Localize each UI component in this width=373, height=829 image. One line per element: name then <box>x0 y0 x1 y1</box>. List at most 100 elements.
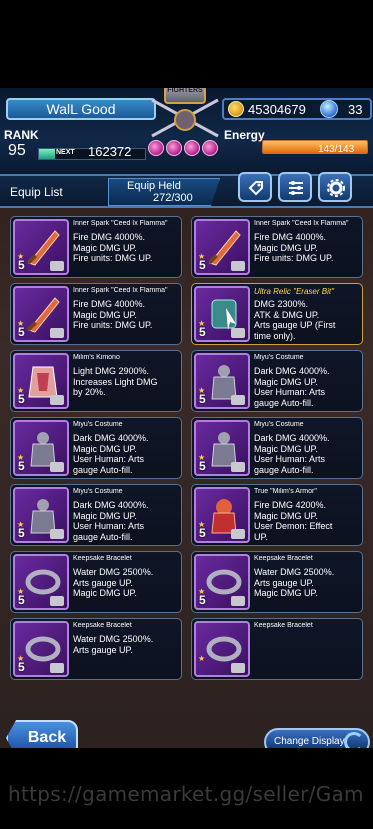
upgrade-icon <box>50 395 64 405</box>
game-screen: WalL Good FIGHTERS 45304679 33 RANK 95 N… <box>0 88 373 748</box>
equip-held-box: Equip Held 272/300 <box>108 178 220 206</box>
upgrade-icon <box>231 663 245 673</box>
equipment-description: Fire DMG 4000%. Magic DMG UP. Fire units… <box>73 299 153 330</box>
change-display-button[interactable]: Change Display <box>264 728 370 748</box>
next-label: NEXT <box>56 149 75 156</box>
equipment-name: Miyu's Costume <box>73 488 123 495</box>
equipment-name: Keepsake Bracelet <box>73 555 132 562</box>
rank-label: RANK <box>4 128 39 142</box>
watermark: https://gamemarket.gg/seller/Gam <box>8 782 364 806</box>
equipment-card[interactable]: ★ 5 Inner Spark "Ceed Ix Flamma" Fire DMG 4… <box>10 283 182 345</box>
equipment-description: Fire DMG 4200%. Magic DMG UP. User Demon… <box>254 500 333 542</box>
equipment-description: Water DMG 2500%. Arts gauge UP. Magic DM… <box>254 567 335 598</box>
equipment-description: Dark DMG 4000%. Magic DMG UP. User Human… <box>73 500 149 542</box>
upgrade-icon <box>231 529 245 539</box>
rank-exp-fill <box>39 149 55 159</box>
gil-coin-icon <box>228 101 244 117</box>
equipment-thumbnail: ★ 5 <box>194 286 250 342</box>
equipment-card[interactable]: ★ 5 Keepsake Bracelet Water DMG 2500%. Arts… <box>10 618 182 680</box>
equip-held-value: 272/300 <box>153 192 193 204</box>
equipment-name: Inner Spark "Ceed Ix Flamma" <box>254 220 349 227</box>
equipment-card[interactable]: ★ 5 Inner Spark "Ceed Ix Flamma" Fire DMG 4… <box>10 216 182 278</box>
back-button[interactable]: Back <box>6 720 78 748</box>
equipment-description: Fire DMG 4000%. Magic DMG UP. Fire units… <box>73 232 153 263</box>
gil-value: 45304679 <box>248 102 306 117</box>
equipment-level: 5 <box>199 258 206 272</box>
equipment-thumbnail: ★ 5 <box>13 487 69 543</box>
equipment-card[interactable]: ★ 5 Keepsake Bracelet Water DMG 2500%. Arts… <box>10 551 182 613</box>
upgrade-icon <box>50 328 64 338</box>
equipment-name: Keepsake Bracelet <box>73 622 132 629</box>
equipment-level: 5 <box>199 593 206 607</box>
sort-button[interactable] <box>278 172 312 202</box>
equipment-thumbnail: ★ 5 <box>194 420 250 476</box>
equipment-card[interactable]: ★ 5 Miyu's Costume Dark DMG 4000%. Magic DM… <box>191 350 363 412</box>
star-icon: ★ <box>198 654 206 663</box>
equipment-level: 5 <box>199 526 206 540</box>
upgrade-icon <box>50 529 64 539</box>
equipment-card[interactable]: ★ 5 Inner Spark "Ceed Ix Flamma" Fire DMG 4… <box>191 216 363 278</box>
upgrade-icon <box>50 261 64 271</box>
equipment-card[interactable]: ★ 5 Milim's Kimono Light DMG 2900%. Increas… <box>10 350 182 412</box>
player-name[interactable]: WalL Good <box>6 98 156 120</box>
gem-row <box>148 140 224 160</box>
gear-icon <box>327 179 345 197</box>
equipment-thumbnail: ★ <box>194 621 250 677</box>
upgrade-icon <box>50 663 64 673</box>
equipment-level: 5 <box>18 325 25 339</box>
status-bar-area <box>0 0 373 88</box>
equipment-name: Keepsake Bracelet <box>254 555 313 562</box>
equipment-card[interactable]: ★ 5 Ultra Relic "Eraser Bit" DMG 2300%. ATK… <box>191 283 363 345</box>
equipment-card[interactable]: ★ 5 Miyu's Costume Dark DMG 4000%. Magic DM… <box>191 417 363 479</box>
crystal-value: 33 <box>348 102 363 117</box>
equipment-level: 5 <box>18 459 25 473</box>
equipment-level: 5 <box>199 459 206 473</box>
change-display-label: Change Display <box>274 736 345 747</box>
equipment-description: Dark DMG 4000%. Magic DMG UP. User Human… <box>73 433 149 475</box>
equipment-name: Milim's Kimono <box>73 354 120 361</box>
equipment-description: DMG 2300%. ATK & DMG UP. Arts gauge UP (… <box>254 299 336 341</box>
crystal-icon <box>320 100 338 118</box>
equipment-name: Miyu's Costume <box>73 421 123 428</box>
player-header: WalL Good FIGHTERS 45304679 33 RANK 95 N… <box>0 88 373 176</box>
equipment-card[interactable]: ★ Keepsake Bracelet <box>191 618 363 680</box>
equipment-name: Miyu's Costume <box>254 354 304 361</box>
settings-button[interactable] <box>318 172 352 202</box>
sort-icon <box>289 181 303 195</box>
equipment-thumbnail: ★ 5 <box>194 487 250 543</box>
energy-label: Energy <box>224 128 265 142</box>
filter-tag-button[interactable] <box>238 172 272 202</box>
equipment-card[interactable]: ★ 5 Miyu's Costume Dark DMG 4000%. Magic DM… <box>10 417 182 479</box>
equipment-thumbnail: ★ 5 <box>13 554 69 610</box>
equipment-grid: ★ 5 Inner Spark "Ceed Ix Flamma" Fire DMG 4… <box>10 216 363 748</box>
gem-icon <box>202 140 218 156</box>
equipment-name: Inner Spark "Ceed Ix Flamma" <box>73 287 168 294</box>
equipment-thumbnail: ★ 5 <box>13 286 69 342</box>
currency-box[interactable]: 45304679 33 <box>222 98 372 120</box>
equipment-level: 5 <box>199 392 206 406</box>
energy-value: 143/143 <box>318 144 355 155</box>
equipment-description: Water DMG 2500%. Arts gauge UP. <box>73 634 154 655</box>
equipment-name: Ultra Relic "Eraser Bit" <box>254 287 334 296</box>
equipment-card[interactable]: ★ 5 Miyu's Costume Dark DMG 4000%. Magic DM… <box>10 484 182 546</box>
equipment-description: Fire DMG 4000%. Magic DMG UP. Fire units… <box>254 232 334 263</box>
cycle-icon <box>344 732 364 748</box>
equipment-name: Inner Spark "Ceed Ix Flamma" <box>73 220 168 227</box>
upgrade-icon <box>50 596 64 606</box>
equipment-thumbnail: ★ 5 <box>194 353 250 409</box>
equipment-thumbnail: ★ 5 <box>194 219 250 275</box>
equipment-card[interactable]: ★ 5 True "Milim's Armor" Fire DMG 4200%. Ma… <box>191 484 363 546</box>
equip-list-title: Equip List <box>10 185 63 199</box>
equipment-level: 5 <box>18 392 25 406</box>
equipment-level: 5 <box>18 526 25 540</box>
equipment-card[interactable]: ★ 5 Keepsake Bracelet Water DMG 2500%. Arts… <box>191 551 363 613</box>
upgrade-icon <box>231 395 245 405</box>
equip-held-label: Equip Held <box>127 180 181 192</box>
equipment-description: Light DMG 2900%. Increases Light DMG by … <box>73 366 158 397</box>
logo-badge: FIGHTERS <box>164 88 206 104</box>
upgrade-icon <box>231 328 245 338</box>
equipment-thumbnail: ★ 5 <box>13 353 69 409</box>
equipment-level: 5 <box>18 258 25 272</box>
gem-icon <box>166 140 182 156</box>
upgrade-icon <box>231 462 245 472</box>
